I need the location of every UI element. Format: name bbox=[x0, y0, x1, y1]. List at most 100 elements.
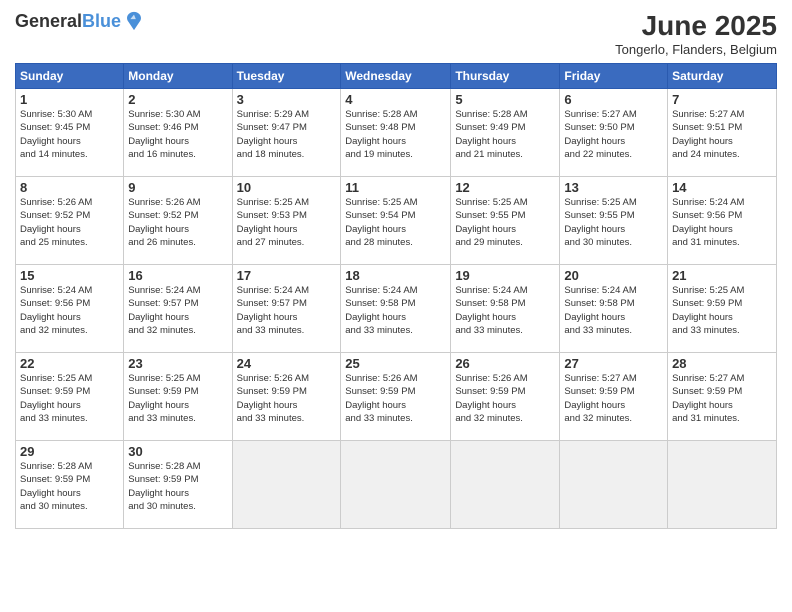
day-info: Sunrise: 5:28 AMSunset: 9:49 PMDaylight … bbox=[455, 108, 555, 161]
day-cell: 3 Sunrise: 5:29 AMSunset: 9:47 PMDayligh… bbox=[232, 89, 341, 177]
day-info: Sunrise: 5:28 AMSunset: 9:59 PMDaylight … bbox=[128, 460, 227, 513]
day-cell: 10 Sunrise: 5:25 AMSunset: 9:53 PMDaylig… bbox=[232, 177, 341, 265]
day-info: Sunrise: 5:28 AMSunset: 9:59 PMDaylight … bbox=[20, 460, 119, 513]
day-info: Sunrise: 5:25 AMSunset: 9:59 PMDaylight … bbox=[20, 372, 119, 425]
header: GeneralBlue June 2025 Tongerlo, Flanders… bbox=[15, 10, 777, 57]
col-saturday: Saturday bbox=[668, 64, 777, 89]
logo-general: GeneralBlue bbox=[15, 12, 121, 30]
day-number: 16 bbox=[128, 268, 227, 283]
logo: GeneralBlue bbox=[15, 10, 145, 32]
empty-cell bbox=[560, 441, 668, 529]
day-cell: 29 Sunrise: 5:28 AMSunset: 9:59 PMDaylig… bbox=[16, 441, 124, 529]
day-number: 28 bbox=[672, 356, 772, 371]
day-cell: 16 Sunrise: 5:24 AMSunset: 9:57 PMDaylig… bbox=[124, 265, 232, 353]
col-tuesday: Tuesday bbox=[232, 64, 341, 89]
col-wednesday: Wednesday bbox=[341, 64, 451, 89]
day-number: 25 bbox=[345, 356, 446, 371]
day-number: 10 bbox=[237, 180, 337, 195]
day-info: Sunrise: 5:26 AMSunset: 9:52 PMDaylight … bbox=[128, 196, 227, 249]
day-number: 14 bbox=[672, 180, 772, 195]
calendar-body: 1 Sunrise: 5:30 AMSunset: 9:45 PMDayligh… bbox=[16, 89, 777, 529]
day-number: 24 bbox=[237, 356, 337, 371]
day-info: Sunrise: 5:24 AMSunset: 9:57 PMDaylight … bbox=[128, 284, 227, 337]
day-cell: 25 Sunrise: 5:26 AMSunset: 9:59 PMDaylig… bbox=[341, 353, 451, 441]
calendar-title: June 2025 bbox=[615, 10, 777, 42]
day-cell: 2 Sunrise: 5:30 AMSunset: 9:46 PMDayligh… bbox=[124, 89, 232, 177]
day-info: Sunrise: 5:25 AMSunset: 9:59 PMDaylight … bbox=[672, 284, 772, 337]
day-cell: 13 Sunrise: 5:25 AMSunset: 9:55 PMDaylig… bbox=[560, 177, 668, 265]
col-monday: Monday bbox=[124, 64, 232, 89]
day-info: Sunrise: 5:24 AMSunset: 9:58 PMDaylight … bbox=[455, 284, 555, 337]
day-cell: 28 Sunrise: 5:27 AMSunset: 9:59 PMDaylig… bbox=[668, 353, 777, 441]
col-thursday: Thursday bbox=[451, 64, 560, 89]
day-number: 20 bbox=[564, 268, 663, 283]
day-number: 30 bbox=[128, 444, 227, 459]
day-cell: 27 Sunrise: 5:27 AMSunset: 9:59 PMDaylig… bbox=[560, 353, 668, 441]
day-cell: 17 Sunrise: 5:24 AMSunset: 9:57 PMDaylig… bbox=[232, 265, 341, 353]
calendar-row: 22 Sunrise: 5:25 AMSunset: 9:59 PMDaylig… bbox=[16, 353, 777, 441]
day-number: 19 bbox=[455, 268, 555, 283]
day-info: Sunrise: 5:26 AMSunset: 9:52 PMDaylight … bbox=[20, 196, 119, 249]
calendar-subtitle: Tongerlo, Flanders, Belgium bbox=[615, 42, 777, 57]
day-number: 12 bbox=[455, 180, 555, 195]
day-cell: 4 Sunrise: 5:28 AMSunset: 9:48 PMDayligh… bbox=[341, 89, 451, 177]
day-number: 18 bbox=[345, 268, 446, 283]
day-cell: 20 Sunrise: 5:24 AMSunset: 9:58 PMDaylig… bbox=[560, 265, 668, 353]
day-info: Sunrise: 5:30 AMSunset: 9:46 PMDaylight … bbox=[128, 108, 227, 161]
day-info: Sunrise: 5:28 AMSunset: 9:48 PMDaylight … bbox=[345, 108, 446, 161]
day-cell: 23 Sunrise: 5:25 AMSunset: 9:59 PMDaylig… bbox=[124, 353, 232, 441]
day-number: 6 bbox=[564, 92, 663, 107]
day-info: Sunrise: 5:25 AMSunset: 9:55 PMDaylight … bbox=[564, 196, 663, 249]
day-number: 26 bbox=[455, 356, 555, 371]
day-info: Sunrise: 5:26 AMSunset: 9:59 PMDaylight … bbox=[455, 372, 555, 425]
day-number: 15 bbox=[20, 268, 119, 283]
day-info: Sunrise: 5:24 AMSunset: 9:56 PMDaylight … bbox=[672, 196, 772, 249]
day-cell: 19 Sunrise: 5:24 AMSunset: 9:58 PMDaylig… bbox=[451, 265, 560, 353]
day-number: 3 bbox=[237, 92, 337, 107]
day-info: Sunrise: 5:27 AMSunset: 9:50 PMDaylight … bbox=[564, 108, 663, 161]
day-cell: 22 Sunrise: 5:25 AMSunset: 9:59 PMDaylig… bbox=[16, 353, 124, 441]
day-cell: 7 Sunrise: 5:27 AMSunset: 9:51 PMDayligh… bbox=[668, 89, 777, 177]
day-number: 27 bbox=[564, 356, 663, 371]
day-info: Sunrise: 5:25 AMSunset: 9:59 PMDaylight … bbox=[128, 372, 227, 425]
logo-icon bbox=[123, 10, 145, 32]
day-cell: 9 Sunrise: 5:26 AMSunset: 9:52 PMDayligh… bbox=[124, 177, 232, 265]
day-info: Sunrise: 5:27 AMSunset: 9:51 PMDaylight … bbox=[672, 108, 772, 161]
day-cell: 6 Sunrise: 5:27 AMSunset: 9:50 PMDayligh… bbox=[560, 89, 668, 177]
day-number: 4 bbox=[345, 92, 446, 107]
day-cell: 18 Sunrise: 5:24 AMSunset: 9:58 PMDaylig… bbox=[341, 265, 451, 353]
day-number: 11 bbox=[345, 180, 446, 195]
day-number: 9 bbox=[128, 180, 227, 195]
day-cell: 21 Sunrise: 5:25 AMSunset: 9:59 PMDaylig… bbox=[668, 265, 777, 353]
day-number: 29 bbox=[20, 444, 119, 459]
day-info: Sunrise: 5:29 AMSunset: 9:47 PMDaylight … bbox=[237, 108, 337, 161]
calendar-row: 1 Sunrise: 5:30 AMSunset: 9:45 PMDayligh… bbox=[16, 89, 777, 177]
day-cell: 12 Sunrise: 5:25 AMSunset: 9:55 PMDaylig… bbox=[451, 177, 560, 265]
day-info: Sunrise: 5:24 AMSunset: 9:58 PMDaylight … bbox=[345, 284, 446, 337]
day-cell: 8 Sunrise: 5:26 AMSunset: 9:52 PMDayligh… bbox=[16, 177, 124, 265]
day-info: Sunrise: 5:25 AMSunset: 9:53 PMDaylight … bbox=[237, 196, 337, 249]
day-number: 2 bbox=[128, 92, 227, 107]
col-friday: Friday bbox=[560, 64, 668, 89]
empty-cell bbox=[232, 441, 341, 529]
day-info: Sunrise: 5:24 AMSunset: 9:58 PMDaylight … bbox=[564, 284, 663, 337]
title-block: June 2025 Tongerlo, Flanders, Belgium bbox=[615, 10, 777, 57]
day-info: Sunrise: 5:26 AMSunset: 9:59 PMDaylight … bbox=[345, 372, 446, 425]
day-cell: 24 Sunrise: 5:26 AMSunset: 9:59 PMDaylig… bbox=[232, 353, 341, 441]
day-cell: 14 Sunrise: 5:24 AMSunset: 9:56 PMDaylig… bbox=[668, 177, 777, 265]
empty-cell bbox=[668, 441, 777, 529]
day-cell: 5 Sunrise: 5:28 AMSunset: 9:49 PMDayligh… bbox=[451, 89, 560, 177]
day-info: Sunrise: 5:26 AMSunset: 9:59 PMDaylight … bbox=[237, 372, 337, 425]
day-info: Sunrise: 5:30 AMSunset: 9:45 PMDaylight … bbox=[20, 108, 119, 161]
empty-cell bbox=[341, 441, 451, 529]
day-cell: 30 Sunrise: 5:28 AMSunset: 9:59 PMDaylig… bbox=[124, 441, 232, 529]
col-sunday: Sunday bbox=[16, 64, 124, 89]
day-cell: 1 Sunrise: 5:30 AMSunset: 9:45 PMDayligh… bbox=[16, 89, 124, 177]
page: GeneralBlue June 2025 Tongerlo, Flanders… bbox=[0, 0, 792, 612]
calendar-table: Sunday Monday Tuesday Wednesday Thursday… bbox=[15, 63, 777, 529]
day-number: 5 bbox=[455, 92, 555, 107]
calendar-row: 15 Sunrise: 5:24 AMSunset: 9:56 PMDaylig… bbox=[16, 265, 777, 353]
day-number: 21 bbox=[672, 268, 772, 283]
calendar-row: 29 Sunrise: 5:28 AMSunset: 9:59 PMDaylig… bbox=[16, 441, 777, 529]
day-cell: 11 Sunrise: 5:25 AMSunset: 9:54 PMDaylig… bbox=[341, 177, 451, 265]
